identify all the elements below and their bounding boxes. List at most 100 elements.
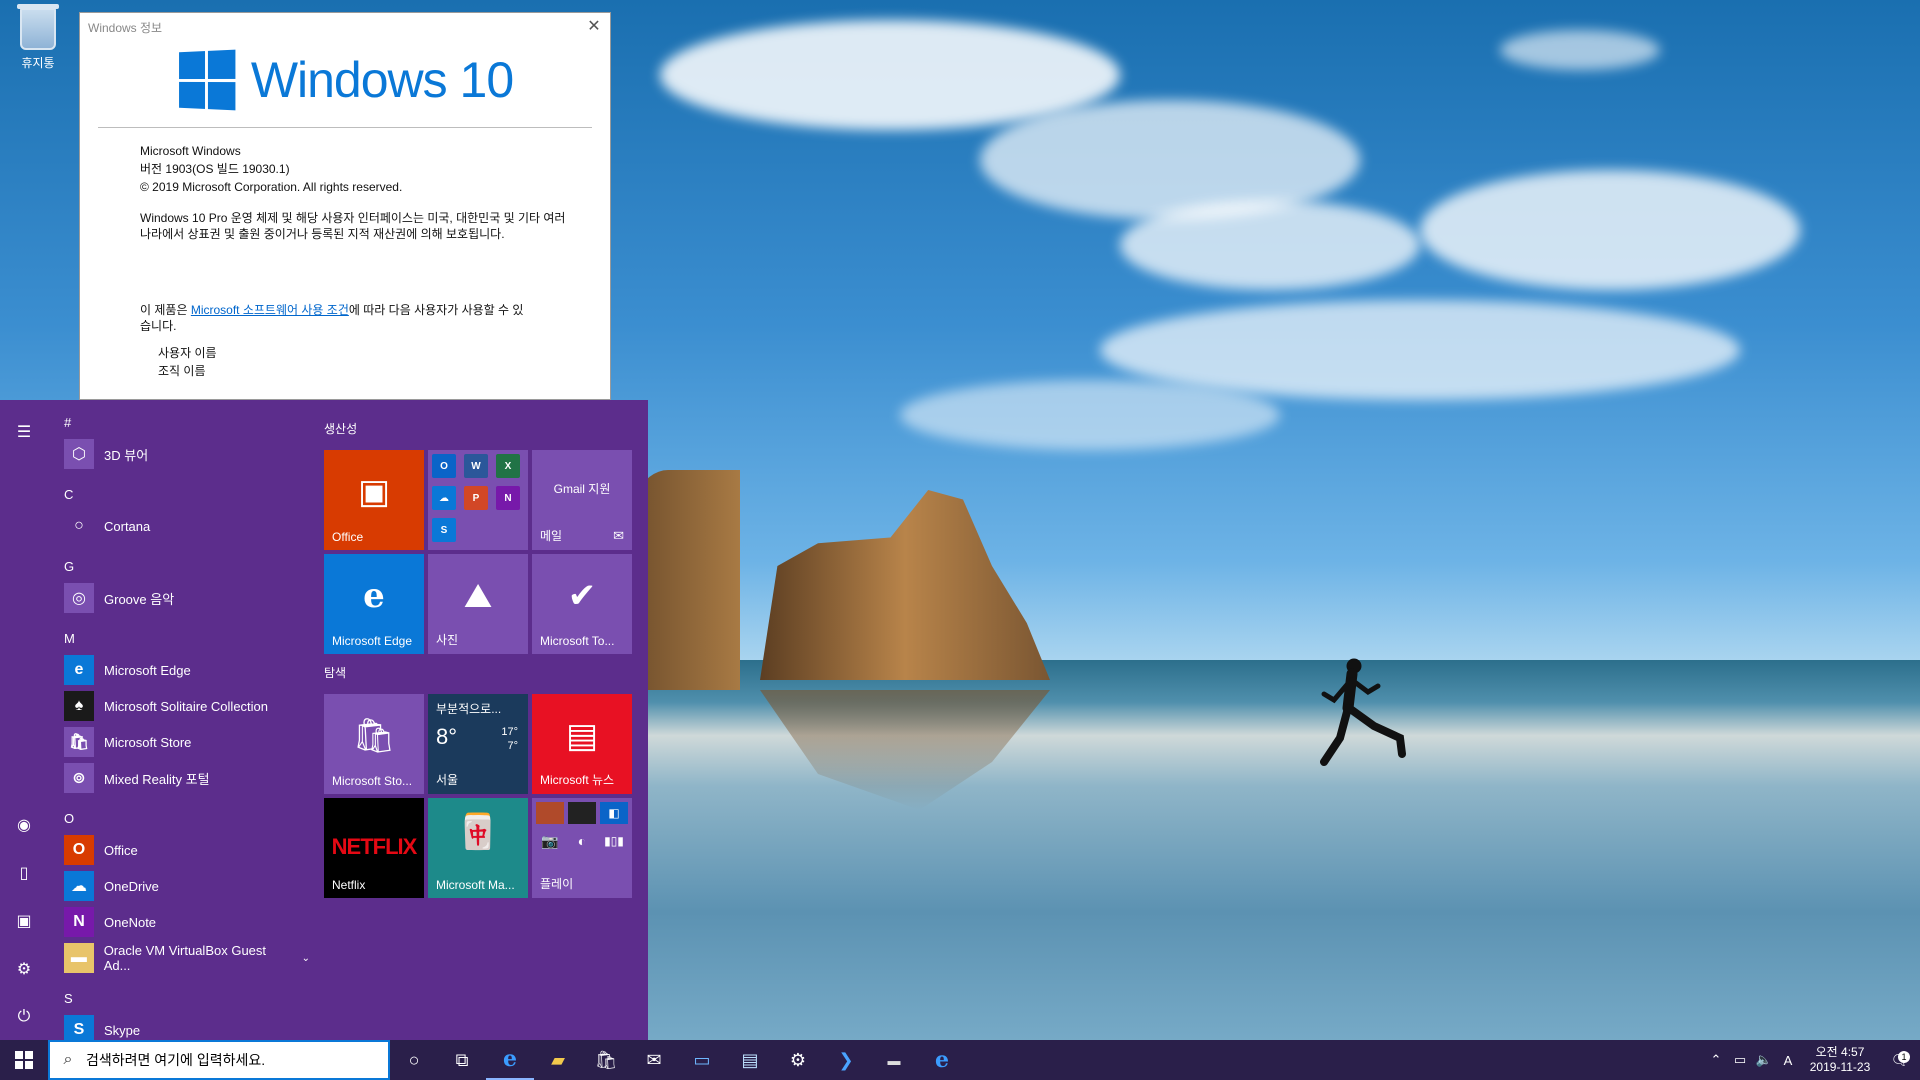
show-hidden-icons-button[interactable]: ⌃ (1704, 1052, 1728, 1068)
app-list-letter-header[interactable]: S (48, 976, 310, 1012)
app-list-letter-header[interactable]: G (48, 544, 310, 580)
news-tile[interactable]: ▤ Microsoft 뉴스 (532, 694, 632, 794)
word-icon[interactable]: W (464, 454, 488, 478)
windows-flag-icon (178, 49, 236, 111)
about-windows-dialog: Windows 정보 ✕ Windows 10 Microsoft Window… (79, 12, 611, 400)
excel-icon[interactable]: X (496, 454, 520, 478)
taskbar-settings-button[interactable]: ⚙ (774, 1040, 822, 1080)
onenote-icon[interactable]: N (496, 486, 520, 510)
office-icon: O (64, 835, 94, 865)
taskbar-explorer-button[interactable]: ▰ (534, 1040, 582, 1080)
group-title-explore[interactable]: 탐색 (324, 664, 346, 681)
action-center-button[interactable]: 🗨 1 (1880, 1051, 1920, 1069)
app-list-item[interactable]: N OneNote (48, 904, 310, 940)
app-list-item-label: 3D 뷰어 (104, 447, 149, 463)
app-list-item[interactable]: ○ Cortana (48, 508, 310, 544)
cards-icon: ♠ (64, 691, 94, 721)
taskbar-ie-button[interactable]: e (918, 1040, 966, 1080)
app-list-item[interactable]: ⊚ Mixed Reality 포털 (48, 760, 310, 796)
weather-high: 17° (501, 726, 518, 738)
account-button[interactable]: ◉ (0, 805, 48, 845)
recycle-bin-icon (17, 4, 59, 50)
netflix-tile[interactable]: NETFLIX Netflix (324, 798, 424, 898)
app-list-item[interactable]: S Skype (48, 1012, 310, 1040)
camera-icon: 📷 (536, 828, 564, 854)
app-list-item[interactable]: ▬ Oracle VM VirtualBox Guest Ad... ⌄ (48, 940, 310, 976)
taskbar-app-button[interactable]: ▭ (678, 1040, 726, 1080)
taskbar-edge-button[interactable]: e (486, 1040, 534, 1080)
group-title-productivity[interactable]: 생산성 (324, 420, 357, 437)
cortana-button[interactable]: ○ (390, 1040, 438, 1080)
search-box[interactable]: ⌕ 검색하려면 여기에 입력하세요. (48, 1040, 390, 1080)
play-folder-tile[interactable]: ◧ 📷 ◐ ▮▯▮ 플레이 (532, 798, 632, 898)
windows-start-icon (15, 1051, 33, 1069)
notepad-icon: ▤ (741, 1049, 759, 1070)
dialog-titlebar[interactable]: Windows 정보 (80, 13, 610, 41)
store-bag-icon: 🛍 (594, 1049, 618, 1070)
search-icon: ⌕ (63, 1051, 73, 1068)
app-list-item[interactable]: ◎ Groove 음악 (48, 580, 310, 616)
recycle-bin-desktop-icon[interactable]: 휴지통 (8, 4, 68, 71)
app-list-item[interactable]: e Microsoft Edge (48, 652, 310, 688)
app-list-item-label: Microsoft Store (104, 734, 192, 750)
user-icon: ◉ (17, 817, 31, 834)
taskbar-powershell-button[interactable]: ❯ (822, 1040, 870, 1080)
start-button[interactable] (0, 1040, 48, 1080)
app-list-letter-header[interactable]: O (48, 796, 310, 832)
hamburger-icon: ☰ (16, 424, 32, 441)
outlook-icon[interactable]: O (432, 454, 456, 478)
app-list-item-label: Microsoft Solitaire Collection (104, 698, 269, 714)
clock[interactable]: 오전 4:57 2019-11-23 (1800, 1045, 1880, 1075)
app-list-item-label: Cortana (104, 518, 151, 534)
taskbar-store-button[interactable]: 🛍 (582, 1040, 630, 1080)
powerpoint-icon[interactable]: P (464, 486, 488, 510)
product-name: Microsoft Windows (140, 144, 241, 158)
task-view-button[interactable]: ⧉ (438, 1040, 486, 1080)
copyright-text: © 2019 Microsoft Corporation. All rights… (140, 180, 403, 194)
app-list-letter-header[interactable]: # (48, 400, 310, 436)
app-list-letter-header[interactable]: M (48, 616, 310, 652)
mail-tile[interactable]: Gmail 지원 메일 ✉ (532, 450, 632, 550)
app-list-item[interactable]: ♠ Microsoft Solitaire Collection (48, 688, 310, 724)
app-list-letter-header[interactable]: C (48, 472, 310, 508)
documents-button[interactable]: ▯ (0, 853, 48, 893)
app-list-item[interactable]: O Office (48, 832, 310, 868)
mail-tile-top-text: Gmail 지원 (553, 482, 611, 496)
onedrive-icon[interactable]: ☁ (432, 486, 456, 510)
close-icon: ✕ (587, 18, 601, 35)
weather-temp: 8° (436, 724, 458, 749)
skype-icon[interactable]: S (432, 518, 456, 542)
app-list-item-label: OneNote (104, 914, 157, 930)
onenote-icon: N (64, 907, 94, 937)
taskbar-notepad-button[interactable]: ▤ (726, 1040, 774, 1080)
license-terms-link[interactable]: Microsoft 소프트웨어 사용 조건 (191, 303, 349, 317)
power-button[interactable]: ⏻ (0, 997, 48, 1037)
app-list-item[interactable]: 🛍 Microsoft Store (48, 724, 310, 760)
app-list-item[interactable]: ⬡ 3D 뷰어 (48, 436, 310, 472)
settings-button[interactable]: ⚙ (0, 949, 48, 989)
folder-icon: ▰ (551, 1049, 565, 1070)
mahjong-tile[interactable]: 🀄 Microsoft Ma... (428, 798, 528, 898)
volume-icon[interactable]: 🔈 (1752, 1052, 1776, 1068)
todo-tile[interactable]: ✔ Microsoft To... (532, 554, 632, 654)
office-icon: ▣ (357, 473, 391, 511)
office-tile[interactable]: ▣ Office (324, 450, 424, 550)
ime-indicator[interactable]: A (1776, 1053, 1800, 1068)
mahjong-tiles-icon: 🀄 (456, 813, 500, 851)
taskbar-mail-button[interactable]: ✉ (630, 1040, 678, 1080)
app-list-item-label: Oracle VM VirtualBox Guest Ad... (103, 943, 267, 973)
edge-tile[interactable]: e Microsoft Edge (324, 554, 424, 654)
store-tile[interactable]: 🛍 Microsoft Sto... (324, 694, 424, 794)
weather-tile[interactable]: 부분적으로... 8° 17° 7° 서울 (428, 694, 528, 794)
expand-menu-button[interactable]: ☰ (0, 412, 48, 452)
office-apps-tile[interactable]: O W X ☁ P N S (428, 450, 528, 550)
prime-video-icon (568, 802, 596, 824)
photos-tile[interactable]: ⛰ 사진 (428, 554, 528, 654)
weather-condition: 부분적으로... (436, 702, 502, 716)
app-list-item[interactable]: ☁ OneDrive (48, 868, 310, 904)
network-icon[interactable]: ▭ (1728, 1052, 1752, 1068)
taskbar-cmd-button[interactable]: ▬ (870, 1040, 918, 1080)
pictures-button[interactable]: ▣ (0, 901, 48, 941)
app-list[interactable]: # ⬡ 3D 뷰어 C ○ Cortana G ◎ Groove 음악 Me Microsoft E… (48, 400, 310, 1040)
close-button[interactable]: ✕ (578, 13, 610, 41)
